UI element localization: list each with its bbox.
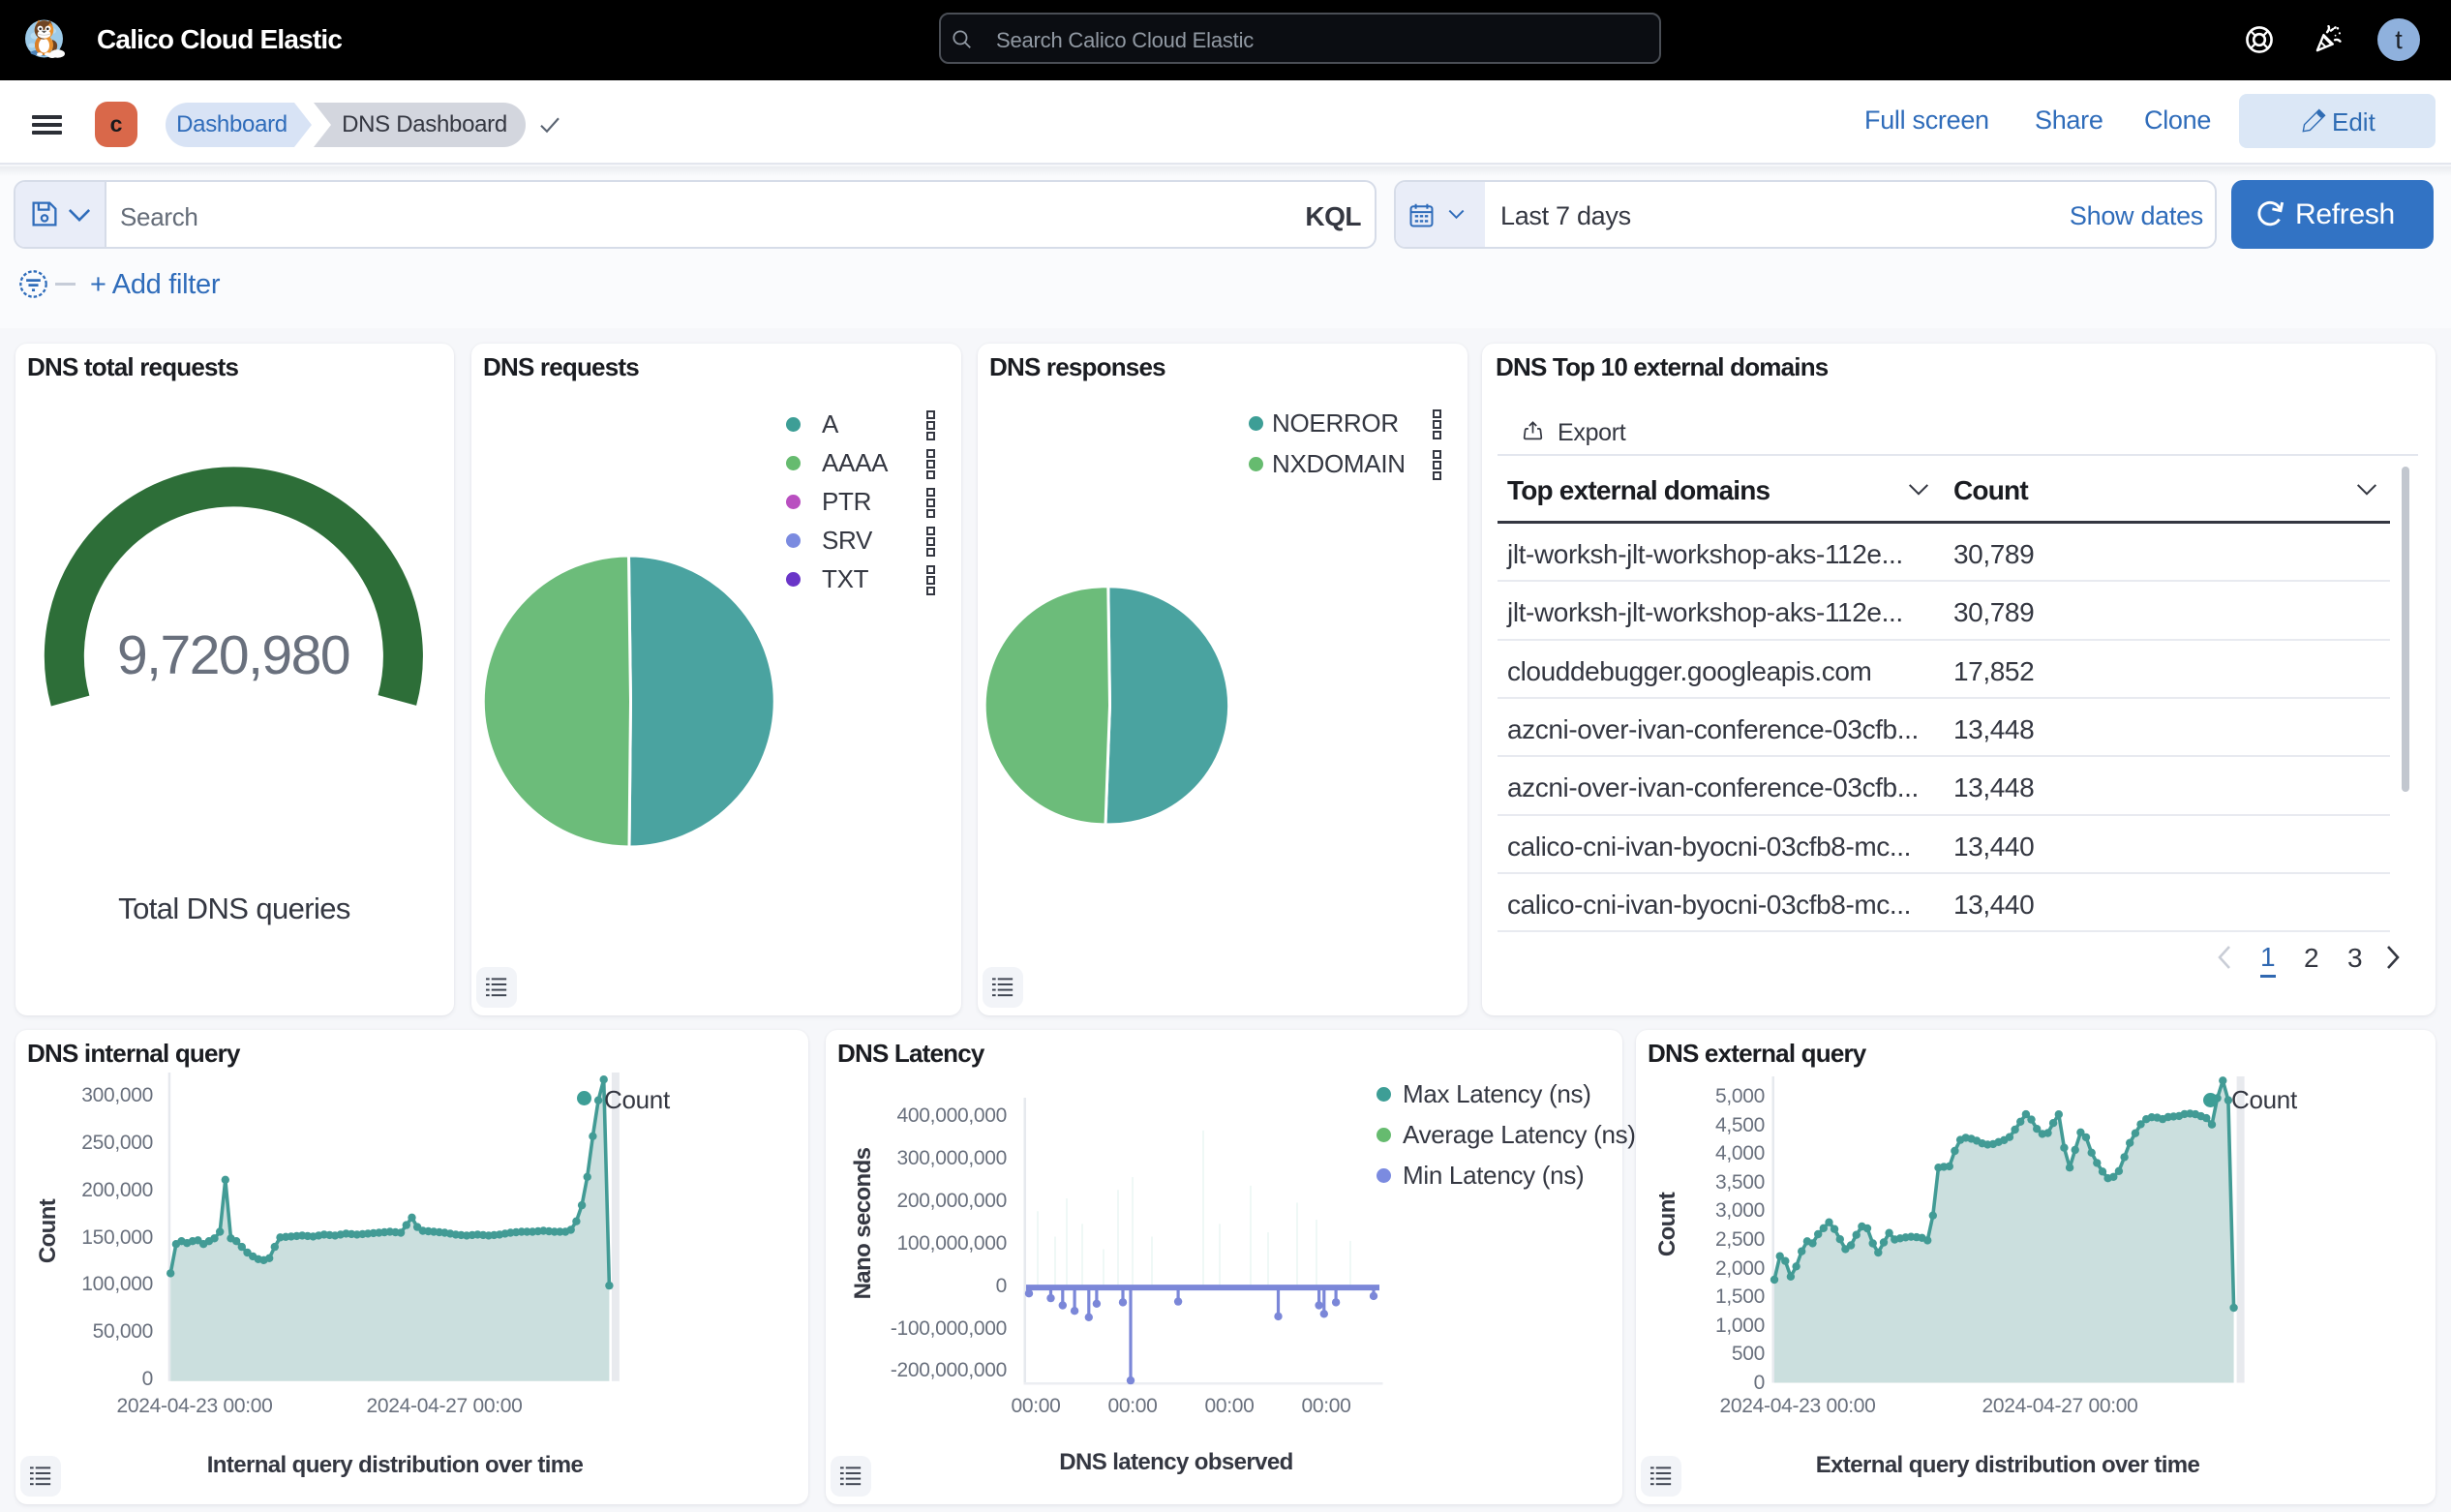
svg-text:9,720,980: 9,720,980 (117, 624, 349, 686)
svg-text:Total DNS queries: Total DNS queries (118, 892, 350, 925)
